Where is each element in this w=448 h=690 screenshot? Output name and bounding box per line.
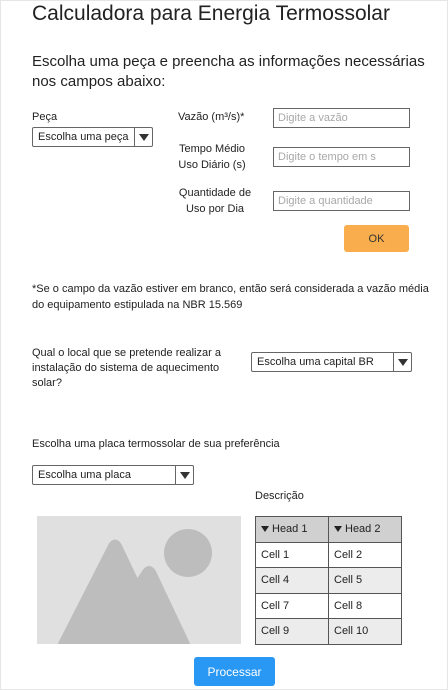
placa-select[interactable]: Escolha uma placa [32, 465, 194, 485]
quantidade-input[interactable]: Digite a quantidade [273, 191, 410, 211]
table-cell: Cell 9 [255, 618, 329, 645]
capital-select-value: Escolha uma capital BR [257, 356, 374, 368]
description-table: Head 1 Head 2 Cell 1 Cell 2 Cell 4 Cell … [255, 516, 402, 645]
table-cell: Cell 7 [255, 592, 329, 619]
description-label: Descrição [255, 490, 304, 502]
location-question: Qual o local que se pretende realizar a … [32, 347, 221, 389]
vazao-note: *Se o campo da vazão estiver em branco, … [32, 283, 429, 311]
chevron-down-icon [134, 128, 152, 146]
ok-button[interactable]: OK [344, 225, 409, 252]
capital-select[interactable]: Escolha uma capital BR [251, 352, 412, 372]
table-row: Cell 4 Cell 5 [255, 567, 402, 594]
table-header-row: Head 1 Head 2 [255, 516, 402, 543]
table-cell: Cell 5 [328, 567, 402, 594]
table-cell: Cell 10 [328, 618, 402, 645]
placa-select-value: Escolha uma placa [38, 469, 131, 481]
table-header-2[interactable]: Head 2 [328, 516, 402, 543]
table-cell: Cell 8 [328, 592, 402, 619]
image-placeholder [37, 516, 241, 647]
process-button[interactable]: Processar [194, 657, 275, 686]
chevron-down-icon [393, 353, 411, 371]
page-title: Calculadora para Energia Termossolar [32, 2, 390, 25]
table-row: Cell 7 Cell 8 [255, 592, 402, 619]
table-header-1[interactable]: Head 1 [255, 516, 329, 543]
table-header-1-label: Head 1 [272, 523, 308, 536]
sort-down-icon [334, 526, 342, 533]
tempo-label: Tempo Médio Uso Diário (s) [178, 143, 246, 171]
table-cell: Cell 4 [255, 567, 329, 594]
peca-select-value: Escolha uma peça [38, 131, 129, 143]
tempo-input[interactable]: Digite o tempo em s [273, 147, 410, 167]
placa-label: Escolha uma placa termossolar de sua pre… [32, 438, 280, 450]
table-cell: Cell 2 [328, 541, 402, 568]
page-subtitle: Escolha uma peça e preencha as informaçõ… [32, 53, 425, 90]
chevron-down-icon [175, 466, 193, 484]
sort-down-icon [261, 526, 269, 533]
image-placeholder-icon [58, 529, 212, 647]
peca-label: Peça [32, 111, 58, 123]
quantidade-label: Quantidade de Uso por Dia [178, 187, 252, 215]
table-header-2-label: Head 2 [345, 523, 381, 536]
table-cell: Cell 1 [255, 541, 329, 568]
peca-select[interactable]: Escolha uma peça [32, 127, 153, 147]
vazao-label: Vazão (m³/s)* [178, 111, 245, 123]
vazao-input[interactable]: Digite a vazão [273, 108, 410, 128]
table-row: Cell 1 Cell 2 [255, 541, 402, 568]
table-row: Cell 9 Cell 10 [255, 618, 402, 645]
